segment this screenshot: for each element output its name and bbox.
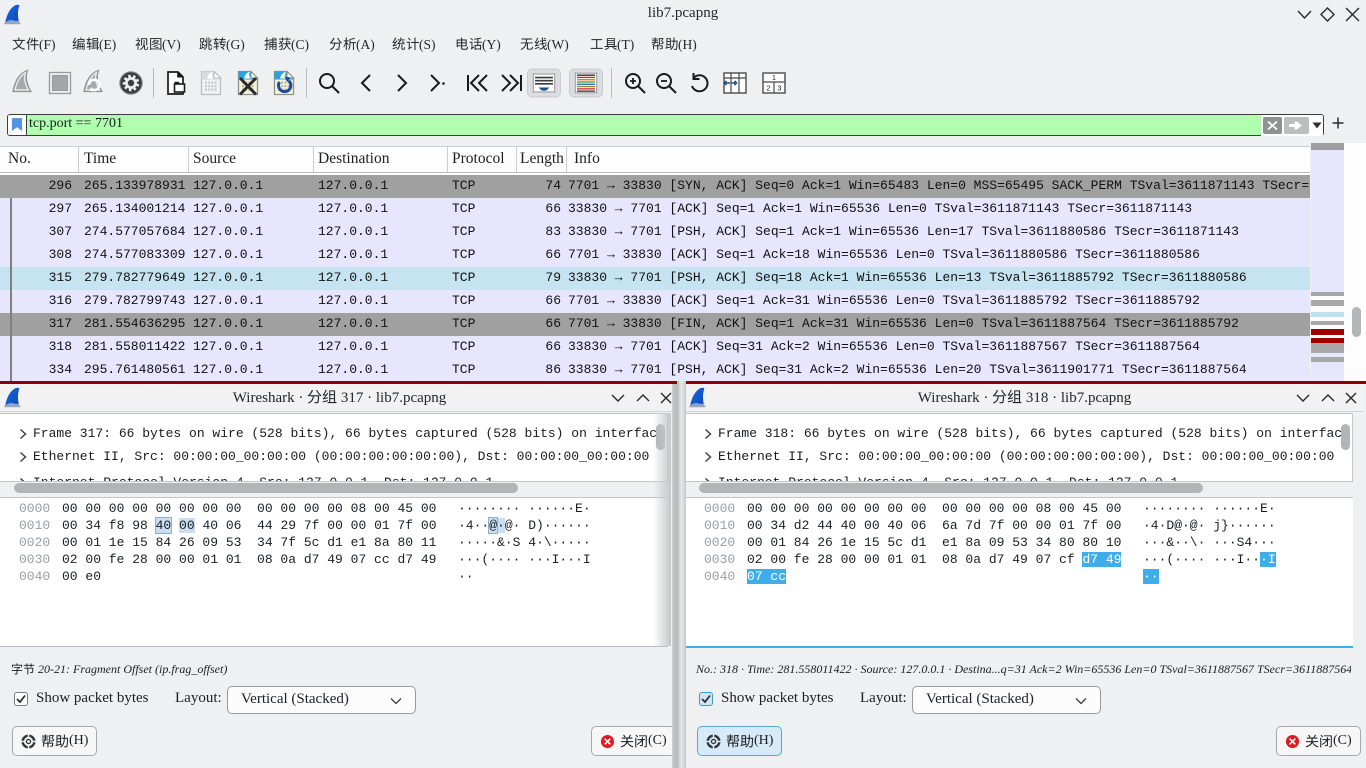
svg-text:1: 1 [772,75,776,82]
svg-text:3: 3 [778,86,782,93]
svg-text:2: 2 [767,86,771,93]
